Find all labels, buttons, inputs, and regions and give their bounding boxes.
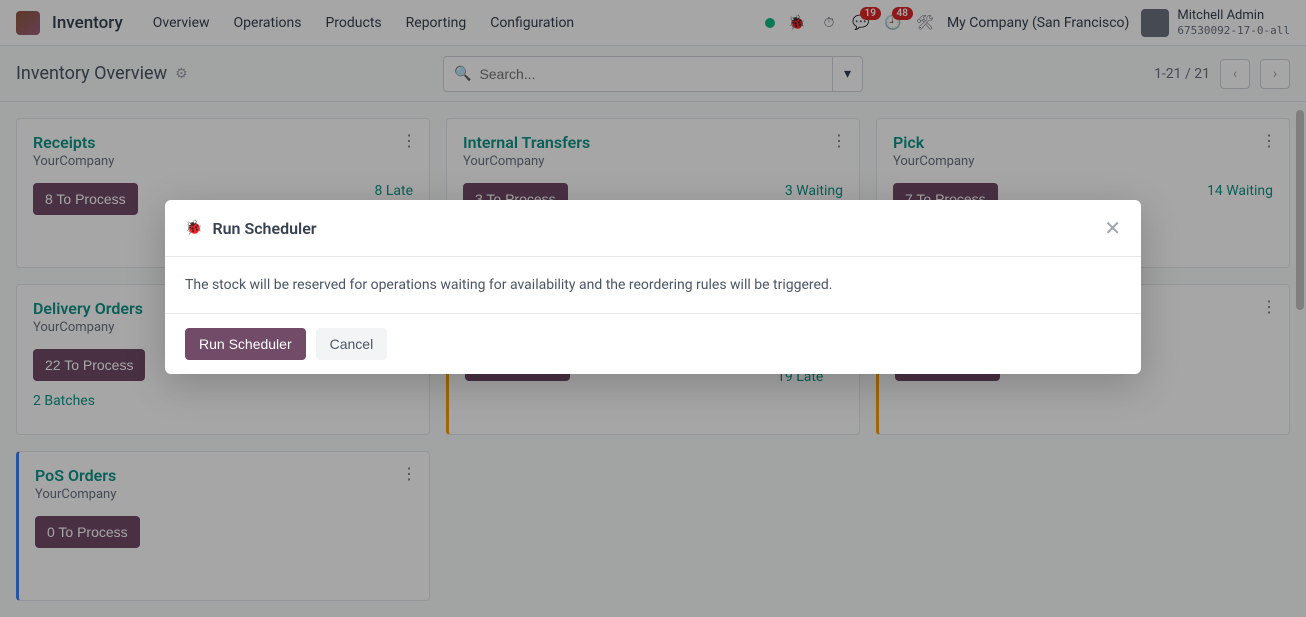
- modal-body: The stock will be reserved for operation…: [165, 257, 1141, 313]
- close-icon[interactable]: ✕: [1104, 216, 1121, 240]
- cancel-button[interactable]: Cancel: [316, 328, 388, 360]
- modal-header: 🐞 Run Scheduler ✕: [165, 200, 1141, 257]
- modal-footer: Run Scheduler Cancel: [165, 313, 1141, 374]
- run-scheduler-modal: 🐞 Run Scheduler ✕ The stock will be rese…: [165, 200, 1141, 374]
- bug-icon: 🐞: [185, 220, 202, 236]
- modal-title: Run Scheduler: [212, 219, 316, 238]
- run-scheduler-button[interactable]: Run Scheduler: [185, 328, 306, 360]
